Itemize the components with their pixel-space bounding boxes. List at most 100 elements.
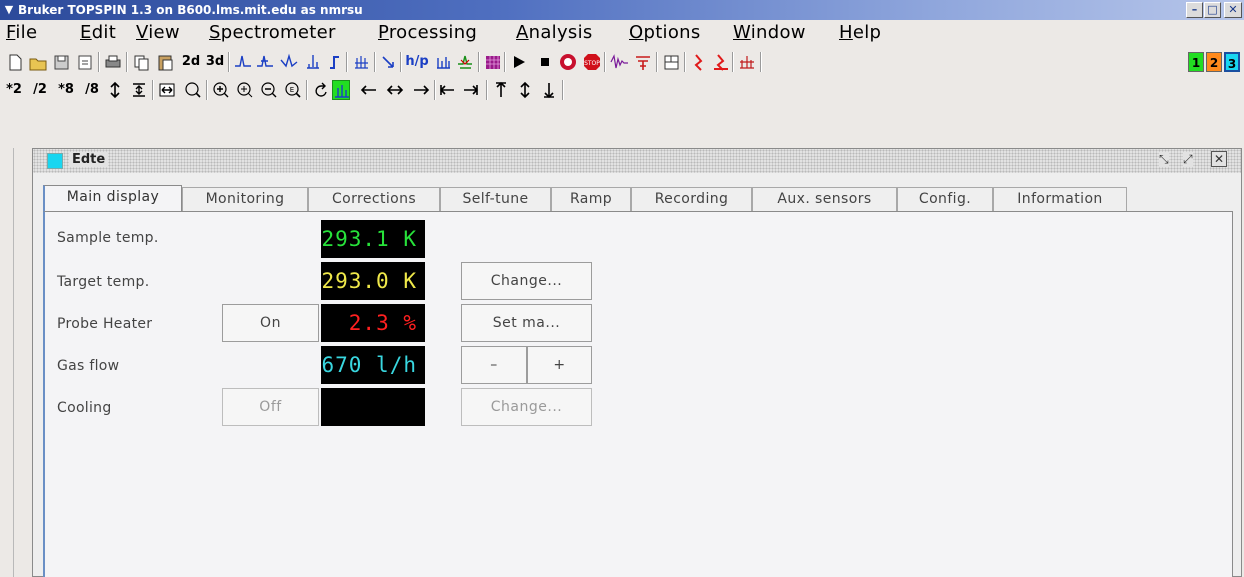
arrow-left-right-icon[interactable] (386, 80, 404, 100)
cooling-label: Cooling (57, 400, 112, 416)
lock-display-icon[interactable] (558, 52, 576, 72)
change-cooling-button[interactable]: Change... (461, 388, 592, 426)
window-3-button[interactable]: 3 (1224, 52, 1240, 72)
edte-title-bar[interactable]: Edte ⤡ ⤢ ✕ (33, 149, 1241, 173)
zoom-reset-icon[interactable]: E (284, 80, 302, 100)
menu-processing[interactable]: Processing (378, 22, 477, 43)
grid-icon[interactable] (484, 52, 502, 72)
menu-spectrometer[interactable]: Spectrometer (209, 22, 336, 43)
arrow-down-end-icon[interactable] (540, 80, 558, 100)
zoom-fit-icon[interactable] (184, 80, 202, 100)
gas-flow-decrease-button[interactable]: – (461, 346, 527, 384)
close-inner-icon[interactable]: ✕ (1211, 151, 1227, 167)
tab-monitoring[interactable]: Monitoring (182, 187, 308, 211)
menu-help[interactable]: Help (839, 22, 881, 43)
play-icon[interactable] (510, 52, 528, 72)
minimize-button[interactable]: – (1186, 2, 1203, 18)
minimize-inner-icon[interactable]: ⤡ (1159, 152, 1169, 167)
set-max-heater-button[interactable]: Set ma... (461, 304, 592, 342)
toolbar-separator (760, 52, 762, 72)
cooling-toggle[interactable]: Off (222, 388, 319, 426)
tab-corrections[interactable]: Corrections (308, 187, 440, 211)
reset-intensity-icon[interactable] (130, 80, 148, 100)
peak-list-icon[interactable] (738, 52, 756, 72)
phase-icon[interactable] (256, 52, 274, 72)
new-file-icon[interactable] (6, 52, 24, 72)
arrow-right-icon[interactable] (412, 80, 430, 100)
target-temp-display: 293.0 K (321, 262, 425, 300)
print-icon[interactable] (104, 52, 122, 72)
save-icon[interactable] (52, 52, 70, 72)
toolbar-separator (656, 52, 658, 72)
spectrum-display-icon[interactable] (332, 80, 350, 100)
toolbar-separator (434, 80, 436, 100)
baseline-icon[interactable] (280, 52, 298, 72)
shim-icon[interactable] (634, 52, 652, 72)
display-toolbar: *2 /2 *8 /8 E (0, 76, 1244, 144)
probe-heater-toggle[interactable]: On (222, 304, 319, 342)
tab-config[interactable]: Config. (897, 187, 993, 211)
menu-window[interactable]: Window (733, 22, 806, 43)
scale-div2-button[interactable]: /2 (30, 80, 50, 100)
tab-ramp[interactable]: Ramp (551, 187, 631, 211)
left-scroll-strip[interactable] (0, 148, 14, 577)
toolbar-separator (306, 80, 308, 100)
fid-icon[interactable] (610, 52, 628, 72)
gas-flow-display: 670 l/h (321, 346, 425, 384)
toolbar-separator (400, 52, 402, 72)
autolock-icon[interactable] (712, 52, 730, 72)
zoom-in-icon[interactable] (212, 80, 230, 100)
multiplet-icon[interactable] (352, 52, 370, 72)
scale-x8-button[interactable]: *8 (56, 80, 76, 100)
arrow-up-end-icon[interactable] (492, 80, 510, 100)
window-layout-icon[interactable] (662, 52, 680, 72)
menu-view[interactable]: View (136, 22, 180, 43)
calibrate-icon[interactable] (380, 52, 398, 72)
undo-zoom-icon[interactable] (312, 80, 330, 100)
sample-temp-label: Sample temp. (57, 230, 159, 246)
window-2-button[interactable]: 2 (1206, 52, 1222, 72)
menu-options[interactable]: Options (629, 22, 701, 43)
overlay-icon[interactable] (456, 52, 474, 72)
close-button[interactable]: ✕ (1224, 2, 1242, 18)
integrate-icon[interactable] (326, 52, 344, 72)
arrow-right-end-icon[interactable] (462, 80, 480, 100)
tab-aux-sensors[interactable]: Aux. sensors (752, 187, 897, 211)
tab-recording[interactable]: Recording (631, 187, 752, 211)
maximize-button[interactable]: □ (1204, 2, 1221, 18)
save-as-icon[interactable] (76, 52, 94, 72)
stop-sign-icon[interactable]: STOP (582, 52, 600, 72)
maximize-inner-icon[interactable]: ⤢ (1183, 152, 1193, 167)
open-folder-icon[interactable] (28, 52, 47, 72)
2d-button[interactable]: 2d (180, 52, 202, 72)
arrow-left-end-icon[interactable] (438, 80, 456, 100)
full-range-icon[interactable] (158, 80, 176, 100)
window-1-button[interactable]: 1 (1188, 52, 1204, 72)
chevron-down-icon[interactable]: ▼ (2, 2, 16, 18)
toolbar-separator (228, 52, 230, 72)
menu-edit[interactable]: Edit (80, 22, 116, 43)
dual-display-icon[interactable] (434, 52, 452, 72)
vertical-expand-icon[interactable] (106, 80, 124, 100)
scale-x2-button[interactable]: *2 (4, 80, 24, 100)
arrow-up-down-icon[interactable] (516, 80, 534, 100)
zoom-out-icon[interactable] (260, 80, 278, 100)
scale-div8-button[interactable]: /8 (82, 80, 102, 100)
tab-information[interactable]: Information (993, 187, 1127, 211)
menu-file[interactable]: File (6, 22, 37, 43)
arrow-left-icon[interactable] (360, 80, 378, 100)
tab-self-tune[interactable]: Self-tune (440, 187, 551, 211)
stop-square-icon[interactable] (536, 52, 554, 72)
zoom-in-more-icon[interactable] (236, 80, 254, 100)
lock-icon[interactable] (690, 52, 708, 72)
menu-analysis[interactable]: Analysis (516, 22, 593, 43)
tab-main-display[interactable]: Main display (43, 185, 182, 212)
copy-icon[interactable] (132, 52, 150, 72)
gas-flow-increase-button[interactable]: + (527, 346, 592, 384)
hz-ppm-button[interactable]: h/p (404, 52, 430, 72)
peak-pick-icon[interactable] (304, 52, 322, 72)
spectrum-peak-icon[interactable] (234, 52, 252, 72)
change-target-temp-button[interactable]: Change... (461, 262, 592, 300)
3d-button[interactable]: 3d (204, 52, 226, 72)
paste-icon[interactable] (156, 52, 174, 72)
